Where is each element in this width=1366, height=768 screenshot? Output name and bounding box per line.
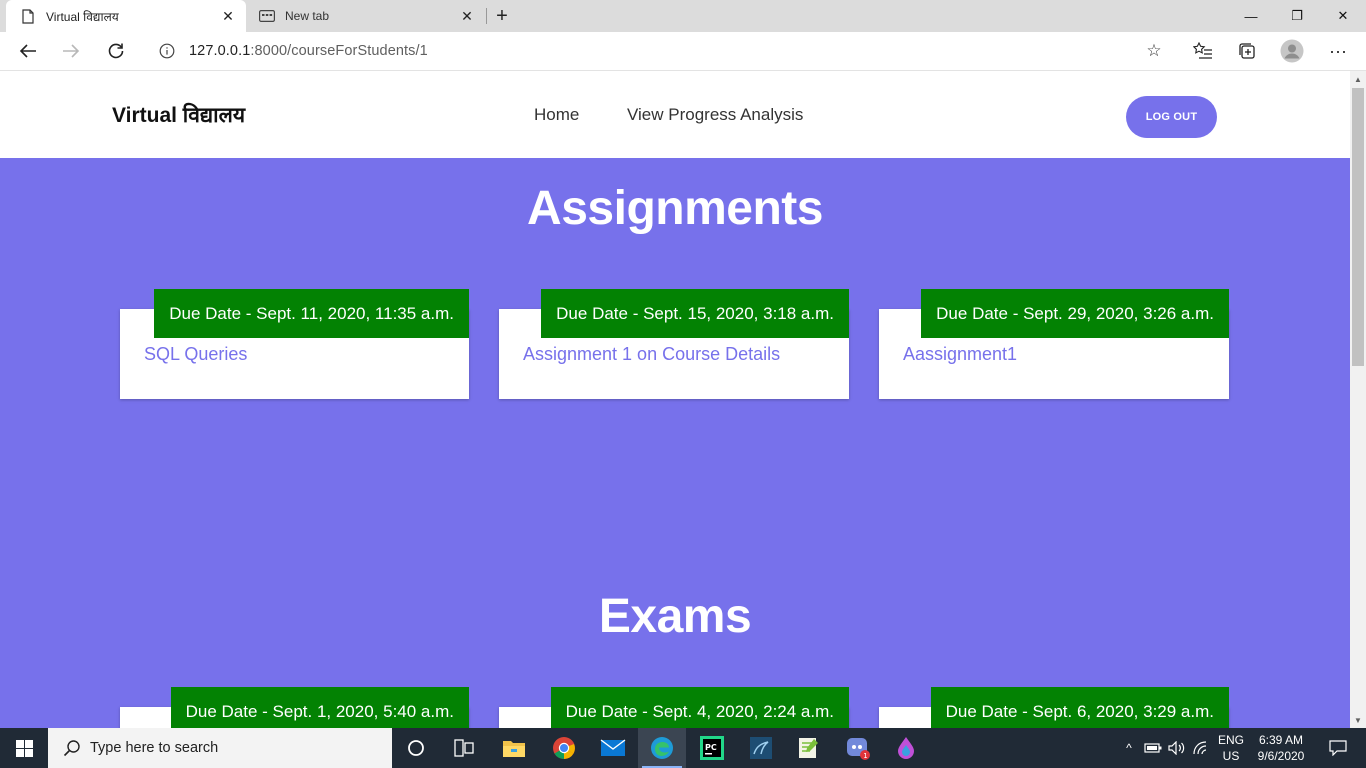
input-language-indicator[interactable]: ENG US (1216, 728, 1246, 768)
settings-more-button[interactable]: ··· (1323, 36, 1353, 66)
windows-taskbar: Type here to search PC 1 ^ ENG US 6:39 A… (0, 728, 1366, 768)
scroll-down-arrow-icon[interactable]: ▼ (1350, 712, 1366, 728)
avatar-icon (1280, 39, 1304, 63)
site-brand[interactable]: Virtual विद्यालय (112, 101, 245, 129)
discord-icon[interactable]: 1 (834, 728, 882, 768)
tab-separator (486, 8, 487, 24)
language-region: US (1222, 749, 1240, 763)
close-window-button[interactable]: ✕ (1320, 0, 1366, 32)
assignment-link[interactable]: SQL Queries (144, 344, 247, 365)
collections-button[interactable] (1232, 36, 1262, 66)
due-date-badge: Due Date - Sept. 1, 2020, 5:40 a.m. (170, 687, 469, 728)
svg-text:PC: PC (705, 743, 717, 752)
logout-button[interactable]: LOG OUT (1126, 96, 1217, 138)
page-scrollbar[interactable]: ▲ ▼ (1350, 71, 1366, 728)
forward-button[interactable] (56, 36, 86, 66)
nav-view-progress-analysis[interactable]: View Progress Analysis (627, 105, 803, 125)
assignment-link[interactable]: Assignment 1 on Course Details (523, 344, 780, 365)
page-icon (20, 8, 36, 24)
exam-card[interactable]: Due Date - Sept. 1, 2020, 5:40 a.m. (120, 687, 469, 728)
back-arrow-icon (19, 44, 36, 58)
url-text: 127.0.0.1:8000/courseForStudents/1 (189, 43, 428, 59)
battery-icon[interactable] (1142, 728, 1164, 768)
page-content: Virtual विद्यालय Home View Progress Anal… (0, 71, 1350, 728)
show-hidden-icons-chevron-icon[interactable]: ^ (1118, 728, 1140, 768)
close-tab-icon[interactable]: ✕ (455, 4, 479, 28)
notepad-plus-icon[interactable] (784, 728, 832, 768)
mail-icon[interactable] (589, 728, 637, 768)
forward-arrow-icon (63, 44, 80, 58)
scroll-up-arrow-icon[interactable]: ▲ (1350, 71, 1366, 87)
assignment-card: Due Date - Sept. 15, 2020, 3:18 a.m. Ass… (499, 289, 849, 399)
close-tab-icon[interactable]: ✕ (216, 4, 240, 28)
minimize-button[interactable]: — (1228, 0, 1274, 32)
svg-text:1: 1 (863, 752, 867, 760)
tab-virtual-vidyalaya[interactable]: Virtual विद्यालय ✕ (6, 0, 246, 32)
clock-time: 6:39 AM (1258, 733, 1304, 747)
browser-toolbar: 127.0.0.1:8000/courseForStudents/1 ☆ ··· (0, 32, 1366, 71)
assignments-heading: Assignments (527, 182, 823, 235)
search-icon (60, 739, 84, 757)
nav-home[interactable]: Home (534, 105, 579, 125)
tab-title: New tab (285, 9, 330, 23)
tab-new-tab[interactable]: New tab ✕ (249, 0, 485, 32)
assignment-card: Due Date - Sept. 11, 2020, 11:35 a.m. SQ… (120, 289, 469, 399)
profile-button[interactable] (1277, 36, 1307, 66)
favorites-button[interactable] (1188, 36, 1218, 66)
language-code: ENG (1217, 733, 1244, 747)
collections-icon (1239, 43, 1255, 59)
due-date-badge: Due Date - Sept. 15, 2020, 3:18 a.m. (541, 289, 849, 338)
due-date-badge: Due Date - Sept. 6, 2020, 3:29 a.m. (930, 687, 1229, 728)
scrollbar-thumb[interactable] (1352, 88, 1364, 366)
tab-strip: Virtual विद्यालय ✕ New tab ✕ + — ❐ ✕ (0, 0, 1366, 32)
mysql-workbench-icon[interactable] (737, 728, 785, 768)
restore-button[interactable]: ❐ (1274, 0, 1320, 32)
notifications-icon[interactable] (1318, 728, 1358, 768)
volume-icon[interactable] (1166, 728, 1188, 768)
assignment-card: Due Date - Sept. 29, 2020, 3:26 a.m. Aas… (879, 289, 1229, 399)
url-path: :8000/courseForStudents/1 (250, 43, 428, 59)
paint-icon[interactable] (882, 728, 930, 768)
due-date-badge: Due Date - Sept. 11, 2020, 11:35 a.m. (154, 289, 469, 338)
cortana-icon[interactable] (392, 728, 440, 768)
due-date-badge: Due Date - Sept. 4, 2020, 2:24 a.m. (550, 687, 849, 728)
url-host: 127.0.0.1 (189, 43, 251, 59)
tab-title: Virtual विद्यालय (46, 9, 119, 24)
system-clock[interactable]: 6:39 AM 9/6/2020 (1248, 728, 1314, 768)
windows-logo-icon (15, 739, 33, 757)
new-tab-button[interactable]: + (490, 4, 514, 28)
site-navbar: Virtual विद्यालय Home View Progress Anal… (0, 71, 1350, 158)
search-placeholder: Type here to search (90, 740, 219, 756)
task-view-icon[interactable] (440, 728, 488, 768)
new-tab-page-icon (259, 8, 275, 24)
assignment-link[interactable]: Aassignment1 (903, 344, 1017, 365)
wifi-icon[interactable] (1190, 728, 1214, 768)
exams-heading: Exams (598, 590, 752, 643)
edge-icon[interactable] (638, 728, 686, 768)
chrome-icon[interactable] (540, 728, 588, 768)
start-button[interactable] (0, 728, 48, 768)
info-icon[interactable] (157, 43, 177, 59)
pycharm-icon[interactable]: PC (688, 728, 736, 768)
taskbar-search-box[interactable]: Type here to search (48, 728, 392, 768)
due-date-badge: Due Date - Sept. 29, 2020, 3:26 a.m. (921, 289, 1229, 338)
clock-date: 9/6/2020 (1257, 749, 1305, 763)
file-explorer-icon[interactable] (490, 728, 538, 768)
address-bar[interactable]: 127.0.0.1:8000/courseForStudents/1 ☆ (143, 35, 1173, 67)
more-icon: ··· (1329, 40, 1347, 61)
exam-card[interactable]: Due Date - Sept. 6, 2020, 3:29 a.m. (879, 687, 1229, 728)
favorites-list-icon (1193, 42, 1212, 59)
favorite-star-icon[interactable]: ☆ (1143, 40, 1165, 62)
exam-card[interactable]: Due Date - Sept. 4, 2020, 2:24 a.m. (499, 687, 849, 728)
back-button[interactable] (13, 36, 43, 66)
refresh-button[interactable] (101, 36, 131, 66)
refresh-icon (108, 43, 124, 59)
